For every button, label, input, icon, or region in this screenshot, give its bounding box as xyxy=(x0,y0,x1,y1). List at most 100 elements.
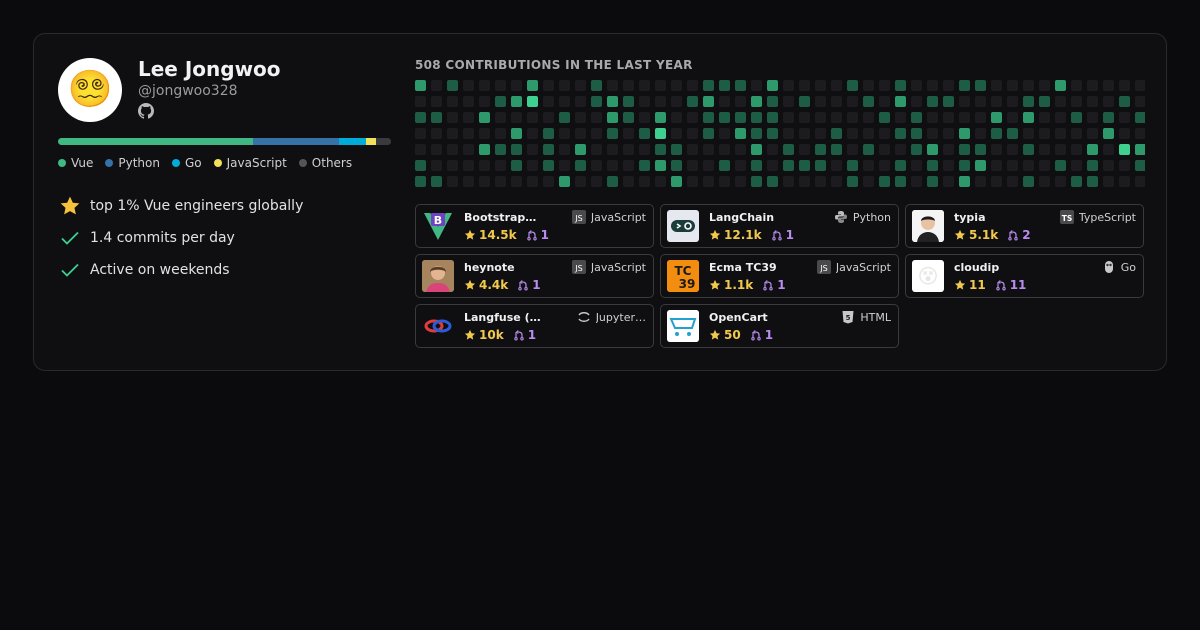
contribution-cell[interactable] xyxy=(671,160,682,171)
contribution-cell[interactable] xyxy=(927,144,938,155)
contribution-cell[interactable] xyxy=(431,144,442,155)
contribution-cell[interactable] xyxy=(991,176,1002,187)
contribution-cell[interactable] xyxy=(591,160,602,171)
contribution-cell[interactable] xyxy=(415,112,426,123)
contribution-cell[interactable] xyxy=(511,96,522,107)
contribution-cell[interactable] xyxy=(927,96,938,107)
contribution-cell[interactable] xyxy=(735,128,746,139)
contribution-cell[interactable] xyxy=(959,144,970,155)
contribution-cell[interactable] xyxy=(703,80,714,91)
contribution-cell[interactable] xyxy=(1039,160,1050,171)
contribution-cell[interactable] xyxy=(655,160,666,171)
repo-card[interactable]: LangChain Python 12.1k 1 xyxy=(660,204,899,248)
contribution-cell[interactable] xyxy=(415,80,426,91)
contribution-cell[interactable] xyxy=(943,160,954,171)
contribution-cell[interactable] xyxy=(607,144,618,155)
contribution-cell[interactable] xyxy=(943,176,954,187)
contribution-cell[interactable] xyxy=(623,96,634,107)
contribution-cell[interactable] xyxy=(591,112,602,123)
contribution-cell[interactable] xyxy=(703,96,714,107)
contribution-cell[interactable] xyxy=(623,112,634,123)
contribution-cell[interactable] xyxy=(703,128,714,139)
contribution-cell[interactable] xyxy=(447,112,458,123)
contribution-cell[interactable] xyxy=(975,96,986,107)
contribution-cell[interactable] xyxy=(623,160,634,171)
contribution-cell[interactable] xyxy=(767,128,778,139)
contribution-cell[interactable] xyxy=(831,160,842,171)
contribution-cell[interactable] xyxy=(639,176,650,187)
contribution-cell[interactable] xyxy=(607,160,618,171)
contribution-cell[interactable] xyxy=(559,96,570,107)
contribution-cell[interactable] xyxy=(655,112,666,123)
contribution-cell[interactable] xyxy=(991,144,1002,155)
contribution-cell[interactable] xyxy=(671,80,682,91)
contribution-cell[interactable] xyxy=(623,128,634,139)
contribution-cell[interactable] xyxy=(735,96,746,107)
contribution-cell[interactable] xyxy=(975,128,986,139)
contribution-cell[interactable] xyxy=(767,96,778,107)
contribution-cell[interactable] xyxy=(1135,112,1145,123)
repo-card[interactable]: Langfuse (… Jupyter… 10k 1 xyxy=(415,304,654,348)
contribution-cell[interactable] xyxy=(863,176,874,187)
contribution-cell[interactable] xyxy=(607,96,618,107)
contribution-cell[interactable] xyxy=(1087,176,1098,187)
contribution-cell[interactable] xyxy=(1119,112,1130,123)
contribution-cell[interactable] xyxy=(751,80,762,91)
contribution-cell[interactable] xyxy=(1023,160,1034,171)
contribution-cell[interactable] xyxy=(1007,144,1018,155)
contribution-cell[interactable] xyxy=(847,160,858,171)
contribution-cell[interactable] xyxy=(1039,128,1050,139)
contribution-cell[interactable] xyxy=(959,160,970,171)
contribution-cell[interactable] xyxy=(719,80,730,91)
contribution-cell[interactable] xyxy=(815,96,826,107)
contribution-cell[interactable] xyxy=(975,112,986,123)
contribution-cell[interactable] xyxy=(559,80,570,91)
contribution-cell[interactable] xyxy=(671,128,682,139)
contribution-cell[interactable] xyxy=(623,176,634,187)
contribution-cell[interactable] xyxy=(911,112,922,123)
contribution-cell[interactable] xyxy=(543,112,554,123)
contribution-cell[interactable] xyxy=(511,144,522,155)
contribution-cell[interactable] xyxy=(719,160,730,171)
contribution-cell[interactable] xyxy=(735,80,746,91)
contribution-cell[interactable] xyxy=(1071,176,1082,187)
contribution-cell[interactable] xyxy=(415,96,426,107)
contribution-cell[interactable] xyxy=(463,160,474,171)
contribution-cell[interactable] xyxy=(1055,160,1066,171)
contribution-cell[interactable] xyxy=(719,176,730,187)
contribution-cell[interactable] xyxy=(639,96,650,107)
contribution-cell[interactable] xyxy=(575,96,586,107)
contribution-cell[interactable] xyxy=(447,96,458,107)
contribution-cell[interactable] xyxy=(1039,144,1050,155)
contribution-cell[interactable] xyxy=(1055,128,1066,139)
contribution-cell[interactable] xyxy=(719,112,730,123)
contribution-cell[interactable] xyxy=(735,112,746,123)
contribution-cell[interactable] xyxy=(975,176,986,187)
contribution-cell[interactable] xyxy=(911,128,922,139)
contribution-cell[interactable] xyxy=(687,144,698,155)
contribution-cell[interactable] xyxy=(591,144,602,155)
contribution-cell[interactable] xyxy=(591,176,602,187)
contribution-cell[interactable] xyxy=(479,176,490,187)
contribution-cell[interactable] xyxy=(623,80,634,91)
contribution-cell[interactable] xyxy=(655,128,666,139)
contribution-cell[interactable] xyxy=(671,112,682,123)
contribution-cell[interactable] xyxy=(799,144,810,155)
contribution-cell[interactable] xyxy=(559,128,570,139)
contribution-cell[interactable] xyxy=(511,176,522,187)
contribution-cell[interactable] xyxy=(575,112,586,123)
contribution-cell[interactable] xyxy=(1039,96,1050,107)
contribution-cell[interactable] xyxy=(1007,128,1018,139)
contribution-cell[interactable] xyxy=(479,128,490,139)
contribution-cell[interactable] xyxy=(479,96,490,107)
contribution-cell[interactable] xyxy=(511,128,522,139)
contribution-cell[interactable] xyxy=(575,128,586,139)
contribution-cell[interactable] xyxy=(527,96,538,107)
contribution-cell[interactable] xyxy=(895,80,906,91)
contribution-cell[interactable] xyxy=(1071,80,1082,91)
contribution-cell[interactable] xyxy=(975,80,986,91)
contribution-cell[interactable] xyxy=(1087,96,1098,107)
contribution-cell[interactable] xyxy=(815,144,826,155)
contribution-cell[interactable] xyxy=(783,128,794,139)
contribution-cell[interactable] xyxy=(799,160,810,171)
